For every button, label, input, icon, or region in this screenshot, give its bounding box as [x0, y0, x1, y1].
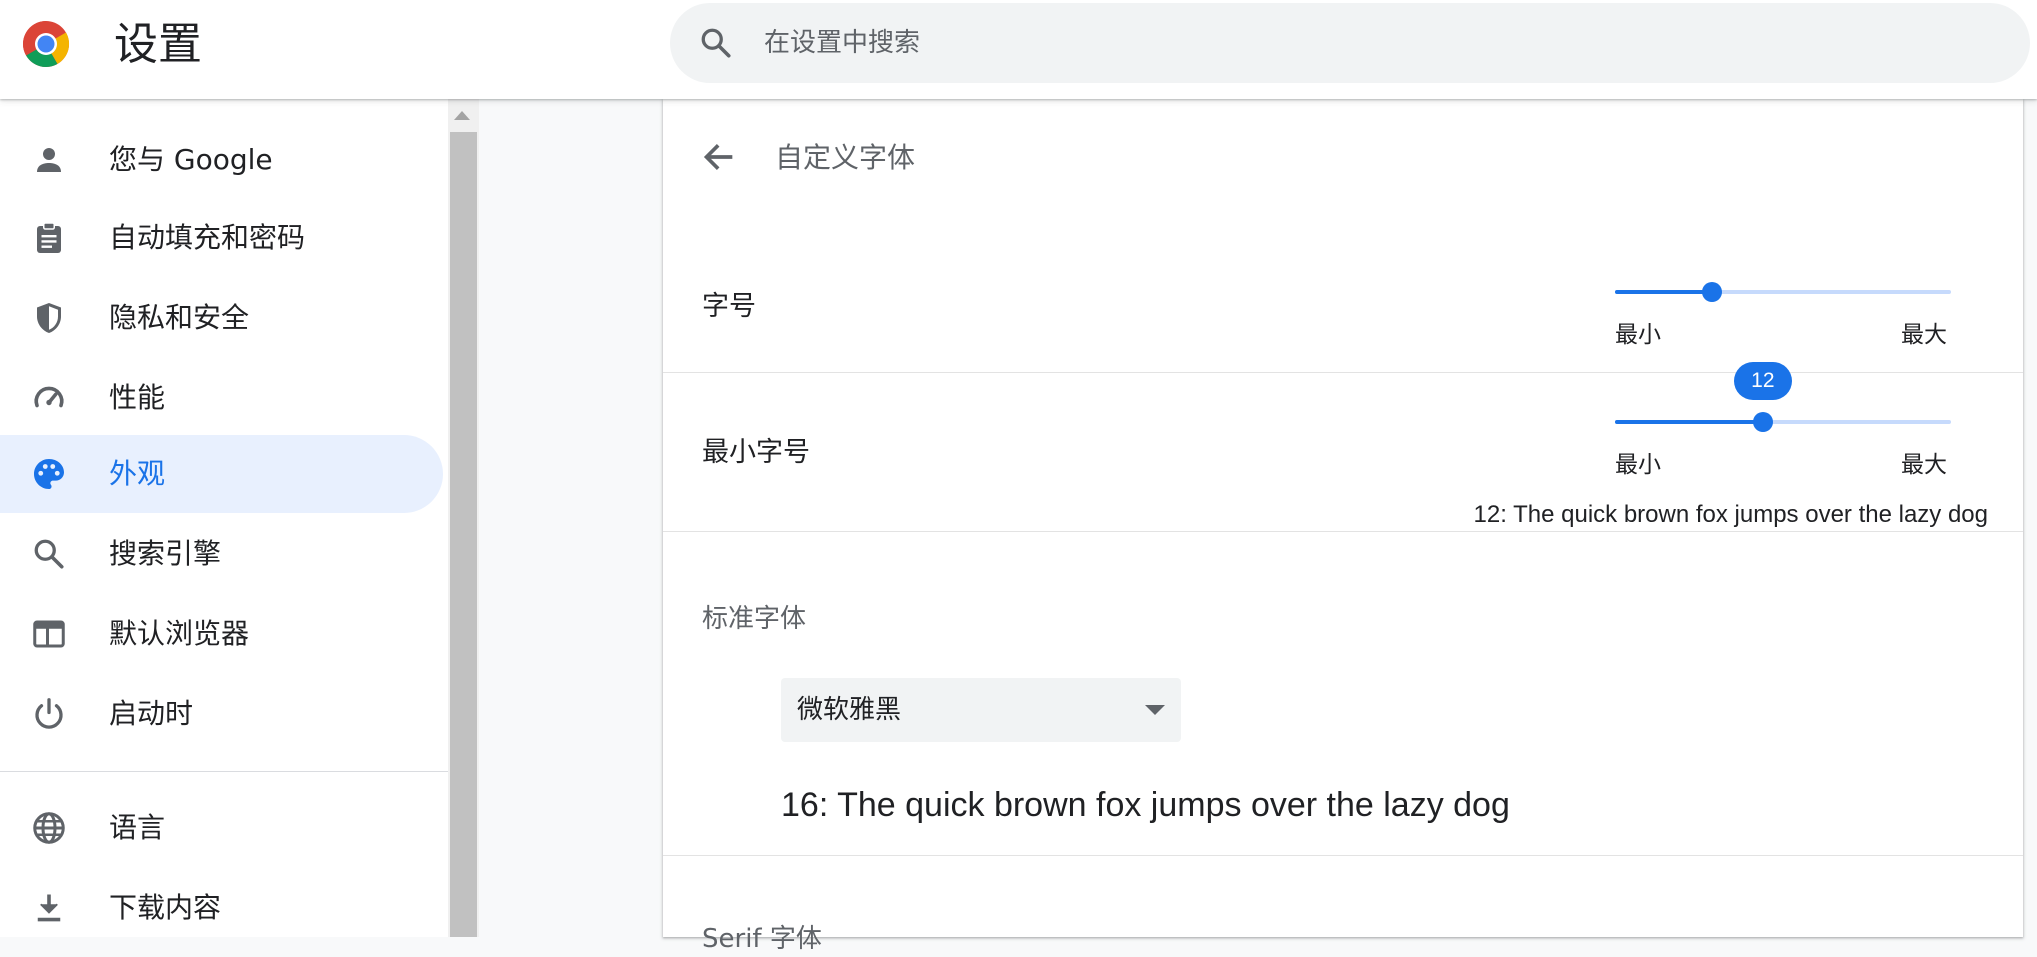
scroll-up-arrow-icon[interactable]: [454, 111, 470, 120]
person-icon: [37, 148, 61, 172]
top-toolbar: 设置: [0, 0, 2037, 99]
scrollbar-thumb[interactable]: [450, 132, 477, 937]
power-icon: [35, 698, 63, 729]
search-icon: [34, 539, 64, 569]
sidebar-item-you-and-google[interactable]: 您与 Google: [0, 121, 443, 199]
search-input[interactable]: [762, 17, 1962, 69]
sidebar-item-label: 隐私和安全: [109, 301, 250, 334]
globe-icon: [33, 812, 65, 844]
sidebar-item-default-browser[interactable]: 默认浏览器: [0, 595, 443, 673]
slider-knob[interactable]: [1752, 412, 1773, 432]
sidebar-item-label: 启动时: [109, 697, 194, 730]
sidebar-scrollbar[interactable]: [448, 99, 479, 937]
sidebar-item-search-engine[interactable]: 搜索引擎: [0, 515, 443, 593]
sidebar-item-label: 搜索引擎: [109, 537, 222, 570]
browser-window-icon: [33, 620, 65, 648]
standard-font-select[interactable]: 微软雅黑: [781, 678, 1181, 742]
sidebar-item-label: 语言: [109, 811, 166, 844]
sidebar-item-label: 下载内容: [109, 891, 222, 924]
page-title: 自定义字体: [775, 141, 916, 174]
palette-icon: [34, 459, 64, 489]
font-size-label: 字号: [702, 291, 756, 322]
slider-fill: [1615, 290, 1713, 294]
row-divider: [663, 855, 2023, 856]
app-title: 设置: [114, 19, 202, 70]
row-divider: [663, 531, 2023, 532]
slider-value-bubble: 12: [1733, 362, 1792, 400]
min-font-size-label: 最小字号: [702, 437, 810, 468]
standard-font-sample-text: 16: The quick brown fox jumps over the l…: [781, 786, 1510, 824]
download-icon: [37, 894, 61, 922]
min-font-size-sample-text: 12: The quick brown fox jumps over the l…: [1473, 501, 1989, 528]
sidebar-item-label: 外观: [109, 457, 166, 490]
sidebar-item-downloads[interactable]: 下载内容: [0, 869, 443, 947]
slider-fill: [1615, 420, 1763, 424]
min-font-size-min-label: 最小: [1615, 452, 1661, 478]
standard-font-heading: 标准字体: [702, 604, 807, 634]
row-divider: [663, 372, 2023, 373]
sidebar-item-label: 自动填充和密码: [109, 221, 306, 254]
sidebar-item-performance[interactable]: 性能: [0, 359, 443, 437]
clipboard-icon: [37, 222, 61, 253]
chrome-logo-icon: [23, 21, 70, 67]
settings-search-box[interactable]: [670, 3, 2030, 83]
sidebar-item-privacy[interactable]: 隐私和安全: [0, 279, 443, 357]
font-size-max-label: 最大: [1901, 322, 1947, 348]
sidebar-item-label: 默认浏览器: [109, 617, 250, 650]
sidebar-item-appearance[interactable]: 外观: [0, 435, 443, 513]
arrow-back-icon[interactable]: [699, 137, 739, 177]
sidebar-divider: [0, 771, 448, 772]
sidebar-item-autofill[interactable]: 自动填充和密码: [0, 199, 443, 277]
sidebar-item-languages[interactable]: 语言: [0, 789, 443, 867]
min-font-size-max-label: 最大: [1901, 452, 1947, 478]
sidebar-item-label: 性能: [109, 381, 166, 414]
customize-fonts-card: 自定义字体 字号 最小 最大 最小字号 12 最小 最大 12: The qui…: [663, 99, 2023, 954]
shield-icon: [37, 303, 61, 333]
font-size-slider[interactable]: [1615, 282, 1951, 302]
standard-font-selected-value: 微软雅黑: [797, 695, 902, 725]
sidebar-item-on-startup[interactable]: 启动时: [0, 675, 443, 753]
dropdown-arrow-icon: [1145, 705, 1165, 715]
font-size-min-label: 最小: [1615, 322, 1661, 348]
sidebar-item-label: 您与 Google: [109, 143, 273, 176]
search-icon[interactable]: [698, 25, 734, 61]
slider-knob[interactable]: [1702, 282, 1723, 302]
min-font-size-slider[interactable]: 12: [1615, 362, 1951, 432]
sidebar: 您与 Google 自动填充和密码 隐私和安全 性能 外观 搜索引擎 默认浏览器…: [0, 99, 448, 937]
serif-font-heading: Serif 字体: [702, 924, 822, 954]
speedometer-icon: [34, 386, 64, 408]
